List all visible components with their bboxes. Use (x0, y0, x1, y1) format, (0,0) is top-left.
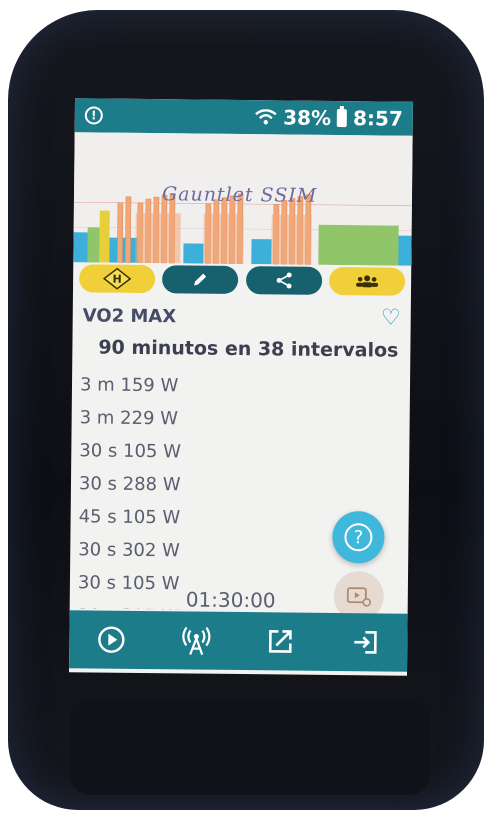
open-external-button[interactable] (260, 621, 300, 661)
login-button[interactable] (345, 622, 385, 662)
heatmap-button[interactable]: H (78, 264, 156, 294)
workout-name: VO2 MAX (82, 304, 177, 327)
wifi-icon (255, 109, 277, 125)
action-bar: H (73, 264, 411, 302)
help-button[interactable]: ? (332, 510, 385, 564)
zone-block (108, 237, 139, 263)
workout-duration: 01:30:00 (185, 587, 276, 613)
zone-block (251, 239, 272, 265)
battery-percent: 38% (283, 105, 332, 130)
edit-icon (194, 273, 207, 286)
svg-text:H: H (112, 273, 121, 286)
interval-item: 3 m 159 W (79, 374, 179, 397)
interval-item: 30 s 105 W (79, 440, 182, 463)
antenna-icon (182, 626, 211, 655)
zone-block (203, 213, 244, 265)
heart-icon[interactable]: ♡ (381, 305, 401, 330)
zone-block (87, 227, 100, 263)
interval-list[interactable]: 3 m 159 W 3 m 229 W 30 s 105 W 30 s 288 … (78, 368, 281, 610)
group-button[interactable] (328, 266, 406, 296)
screen: ! 38% 8:57 Gauntlet SSIM H VO2 MAX ♡ 90 … (69, 98, 413, 676)
chart-title: Gauntlet SSIM (161, 183, 318, 207)
help-icon: ? (344, 523, 373, 552)
zone-block (99, 210, 110, 263)
heatmap-icon: H (103, 267, 132, 290)
zone-block (183, 243, 204, 264)
sensors-button[interactable] (176, 620, 216, 660)
share-icon (276, 272, 292, 289)
video-settings-icon (346, 587, 372, 607)
status-right: 38% 8:57 (255, 105, 403, 131)
bottom-nav (69, 610, 408, 672)
zone-block (135, 212, 181, 264)
interval-item: 45 s 105 W (78, 506, 181, 529)
alert-icon[interactable]: ! (84, 106, 103, 125)
external-link-icon (269, 630, 293, 653)
device-bezel (70, 700, 430, 795)
edit-button[interactable] (162, 265, 239, 294)
interval-item: 30 s 302 W (78, 539, 180, 562)
interval-item: 30 s 288 W (78, 473, 181, 496)
workout-chart[interactable]: Gauntlet SSIM (73, 132, 413, 266)
interval-item: 3 m 229 W (79, 407, 179, 430)
share-button[interactable] (245, 266, 322, 295)
login-icon (354, 631, 377, 654)
start-button[interactable] (91, 619, 131, 659)
status-bar: ! 38% 8:57 (74, 98, 413, 136)
zone-block (271, 214, 312, 265)
clock: 8:57 (352, 106, 403, 131)
zone-block (318, 224, 399, 266)
workout-header: VO2 MAX ♡ (82, 304, 401, 331)
workout-summary: 90 minutos en 38 intervalos (98, 336, 399, 362)
play-icon (98, 626, 125, 653)
group-icon (356, 275, 379, 288)
battery-icon (336, 108, 348, 128)
